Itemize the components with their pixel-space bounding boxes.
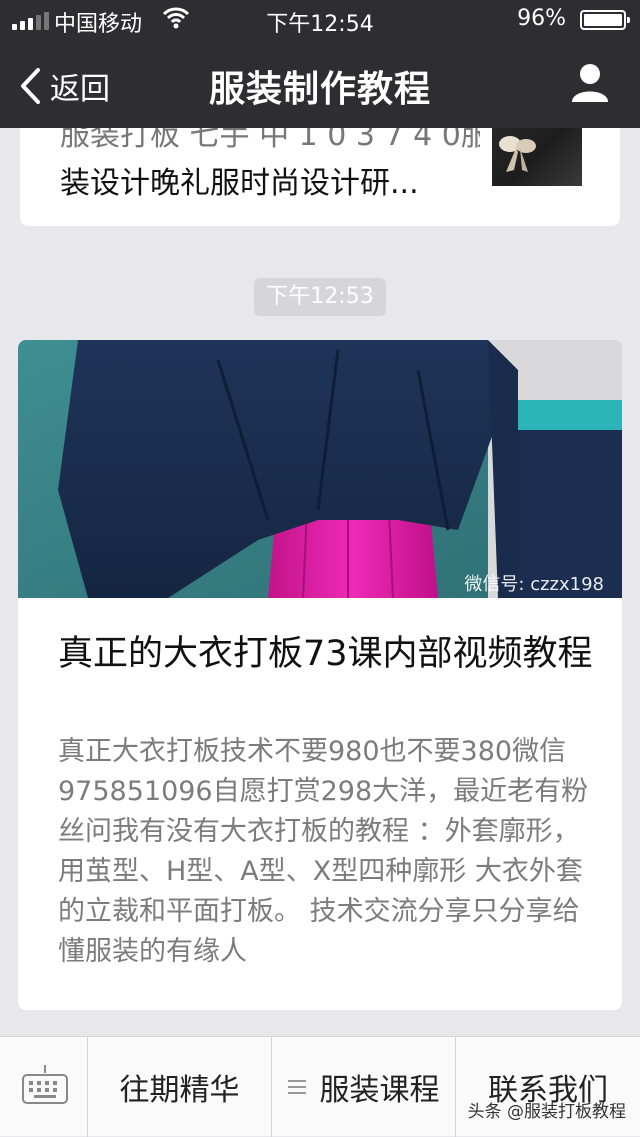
menu-past-highlights[interactable]: 往期精华 (88, 1037, 272, 1137)
nav-bar: 返回 服装制作教程 (0, 40, 640, 128)
article-title: 真正的大衣打板73课内部视频教程 (58, 634, 593, 674)
article-cover-image (18, 340, 622, 598)
submenu-icon (287, 1076, 306, 1098)
menu-clothing-courses[interactable]: 服装课程 (272, 1037, 456, 1137)
cover-watermark: 微信号: czzx198 (464, 574, 604, 595)
menu-contact-us[interactable]: 联系我们 (456, 1037, 640, 1137)
source-watermark: 头条 @服装打板教程 (467, 1102, 626, 1122)
timestamp-chip: 下午12:53 (254, 278, 386, 316)
bow-icon (499, 136, 536, 172)
battery-percent: 96% (517, 6, 566, 31)
status-bar: 中国移动 下午12:54 96% (0, 0, 640, 40)
keyboard-toggle-button[interactable] (0, 1037, 88, 1137)
previous-article-title-line2: 装设计晚礼服时尚设计研... (60, 166, 419, 201)
previous-article-title-line1: 服装打板 七手 中 1 0 3 7 4 0服 (60, 128, 480, 153)
article-summary: 真正大衣打板技术不要980也不要380微信975851096自愿打赏298大洋，… (58, 736, 589, 967)
bottom-menu: 往期精华 服装课程 联系我们 头条 @服装打板教程 (0, 1036, 640, 1137)
keyboard-icon (22, 1065, 68, 1104)
article-card[interactable]: 微信号: czzx198 真正的大衣打板73课内部视频教程 真正大衣打板技术不要… (18, 340, 622, 1010)
battery-icon (580, 10, 630, 30)
previous-article-card[interactable]: 服装打板 七手 中 1 0 3 7 4 0服 装设计晚礼服时尚设计研... (20, 128, 620, 226)
message-list[interactable]: 服装打板 七手 中 1 0 3 7 4 0服 装设计晚礼服时尚设计研... 下午… (0, 128, 640, 1036)
menu-label: 往期精华 (119, 1073, 240, 1108)
menu-label: 服装课程 (319, 1073, 440, 1108)
person-icon[interactable] (570, 62, 610, 104)
page-title: 服装制作教程 (208, 69, 431, 110)
previous-article-thumbnail (492, 128, 582, 186)
